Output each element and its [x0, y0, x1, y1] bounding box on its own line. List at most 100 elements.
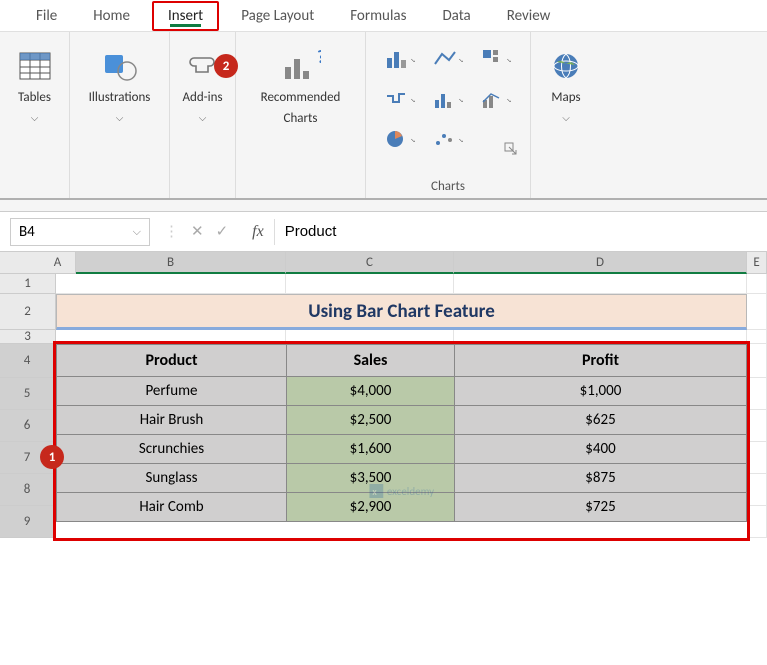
- cell-product[interactable]: Hair Comb: [57, 493, 287, 522]
- highlight-insert: Insert: [152, 1, 219, 31]
- header-profit[interactable]: Profit: [455, 345, 747, 377]
- statistic-chart-icon[interactable]: ⌵: [426, 82, 470, 116]
- col-header-C[interactable]: C: [286, 252, 454, 274]
- tab-home[interactable]: Home: [75, 1, 148, 31]
- row-header-3[interactable]: 3: [0, 330, 56, 344]
- cell[interactable]: [454, 274, 747, 294]
- col-header-D[interactable]: D: [454, 252, 747, 274]
- charts-gallery: ⌵ ⌵ ⌵ ⌵ ⌵ ⌵ ⌵ ⌵: [378, 42, 518, 156]
- name-box[interactable]: B4 ⌵: [10, 218, 150, 246]
- cell-product[interactable]: Hair Brush: [57, 406, 287, 435]
- cell[interactable]: [747, 474, 767, 506]
- formula-bar-buttons: ⋮ ✕ ✓: [150, 222, 242, 241]
- globe-icon: [546, 46, 586, 86]
- cell[interactable]: [747, 378, 767, 410]
- cell[interactable]: [286, 330, 454, 344]
- cell[interactable]: [747, 344, 767, 378]
- col-header-E[interactable]: E: [747, 252, 767, 274]
- svg-text:⌵: ⌵: [459, 135, 463, 145]
- svg-text:⌵: ⌵: [411, 135, 415, 145]
- row-header-9[interactable]: 9: [0, 506, 56, 538]
- step-badge-1: 1: [40, 445, 64, 469]
- svg-text:⌵: ⌵: [507, 95, 511, 105]
- cell[interactable]: [56, 330, 286, 344]
- svg-text:⌵: ⌵: [411, 55, 415, 65]
- cell[interactable]: [454, 330, 747, 344]
- maps-label: Maps: [551, 90, 580, 107]
- col-header-B[interactable]: B: [56, 252, 286, 274]
- row-header-8[interactable]: 8: [0, 474, 56, 506]
- table-icon: [15, 46, 55, 86]
- tab-file[interactable]: File: [18, 1, 75, 31]
- worksheet[interactable]: B C D E A 1 2 Using Bar Chart Feature 3 …: [0, 252, 767, 538]
- cell-sales[interactable]: $1,600: [287, 435, 455, 464]
- group-maps: Maps ⌵: [531, 32, 601, 198]
- table-row[interactable]: Hair Brush$2,500$625: [57, 406, 747, 435]
- tab-review[interactable]: Review: [489, 1, 569, 31]
- cell-product[interactable]: Sunglass: [57, 464, 287, 493]
- tab-insert[interactable]: Insert: [160, 5, 211, 27]
- svg-text:⌵: ⌵: [459, 95, 463, 105]
- recommended-chart-icon: ?: [281, 46, 321, 86]
- row-header-1[interactable]: 1: [0, 274, 56, 294]
- charts-launcher-icon[interactable]: [504, 142, 518, 156]
- table-row[interactable]: Perfume$4,000$1,000: [57, 377, 747, 406]
- header-sales[interactable]: Sales: [287, 345, 455, 377]
- header-product[interactable]: Product: [57, 345, 287, 377]
- name-box-value: B4: [19, 223, 35, 241]
- row-header-4[interactable]: 4: [0, 344, 56, 378]
- cell-profit[interactable]: $875: [455, 464, 747, 493]
- cell-sales[interactable]: $2,500: [287, 406, 455, 435]
- pie-chart-icon[interactable]: ⌵: [378, 122, 422, 156]
- hierarchy-chart-icon[interactable]: ⌵: [474, 42, 518, 76]
- addins-label: Add-ins: [182, 90, 222, 107]
- row-header-2[interactable]: 2: [0, 294, 56, 330]
- illustrations-button[interactable]: Illustrations ⌵: [85, 42, 155, 128]
- cancel-icon[interactable]: ✕: [191, 222, 204, 241]
- col-header-A[interactable]: A: [40, 252, 76, 274]
- cell-profit[interactable]: $1,000: [455, 377, 747, 406]
- cell-profit[interactable]: $625: [455, 406, 747, 435]
- cell[interactable]: [56, 274, 286, 294]
- chevron-down-icon[interactable]: ⌵: [133, 225, 141, 239]
- cell[interactable]: [747, 274, 767, 294]
- group-tables: Tables ⌵: [0, 32, 70, 198]
- svg-text:⌵: ⌵: [411, 95, 415, 105]
- tab-data[interactable]: Data: [424, 1, 488, 31]
- row-header-5[interactable]: 5: [0, 378, 56, 410]
- cell[interactable]: [747, 330, 767, 344]
- cell[interactable]: [747, 294, 767, 330]
- title-cell[interactable]: Using Bar Chart Feature: [56, 294, 747, 330]
- charts-group-label: Charts: [431, 179, 465, 194]
- cell-product[interactable]: Scrunchies: [57, 435, 287, 464]
- line-chart-icon[interactable]: ⌵: [426, 42, 470, 76]
- svg-text:?: ?: [317, 49, 321, 68]
- tables-button[interactable]: Tables ⌵: [11, 42, 59, 128]
- recommended-charts-button[interactable]: ? Recommended Charts: [257, 42, 345, 132]
- ribbon-tabs: File Home Insert Page Layout Formulas Da…: [0, 0, 767, 32]
- maps-button[interactable]: Maps ⌵: [542, 42, 590, 128]
- waterfall-chart-icon[interactable]: ⌵: [378, 82, 422, 116]
- tab-page-layout[interactable]: Page Layout: [223, 1, 332, 31]
- data-table-wrap: Product Sales Profit Perfume$4,000$1,000…: [56, 344, 747, 538]
- scatter-chart-icon[interactable]: ⌵: [426, 122, 470, 156]
- cell[interactable]: [747, 442, 767, 474]
- cell[interactable]: [286, 274, 454, 294]
- table-header-row[interactable]: Product Sales Profit: [57, 345, 747, 377]
- chevron-down-icon: ⌵: [562, 111, 570, 124]
- formula-input[interactable]: [274, 219, 767, 245]
- cell-product[interactable]: Perfume: [57, 377, 287, 406]
- fx-icon[interactable]: fx: [242, 223, 274, 241]
- group-illustrations: Illustrations ⌵: [70, 32, 170, 198]
- row-header-6[interactable]: 6: [0, 410, 56, 442]
- enter-icon[interactable]: ✓: [216, 222, 229, 241]
- cell[interactable]: [747, 506, 767, 538]
- cell[interactable]: [747, 410, 767, 442]
- column-chart-icon[interactable]: ⌵: [378, 42, 422, 76]
- tab-formulas[interactable]: Formulas: [332, 1, 424, 31]
- cell-sales[interactable]: $4,000: [287, 377, 455, 406]
- cell-profit[interactable]: $400: [455, 435, 747, 464]
- cell-profit[interactable]: $725: [455, 493, 747, 522]
- combo-chart-icon[interactable]: ⌵: [474, 82, 518, 116]
- table-row[interactable]: Scrunchies$1,600$400: [57, 435, 747, 464]
